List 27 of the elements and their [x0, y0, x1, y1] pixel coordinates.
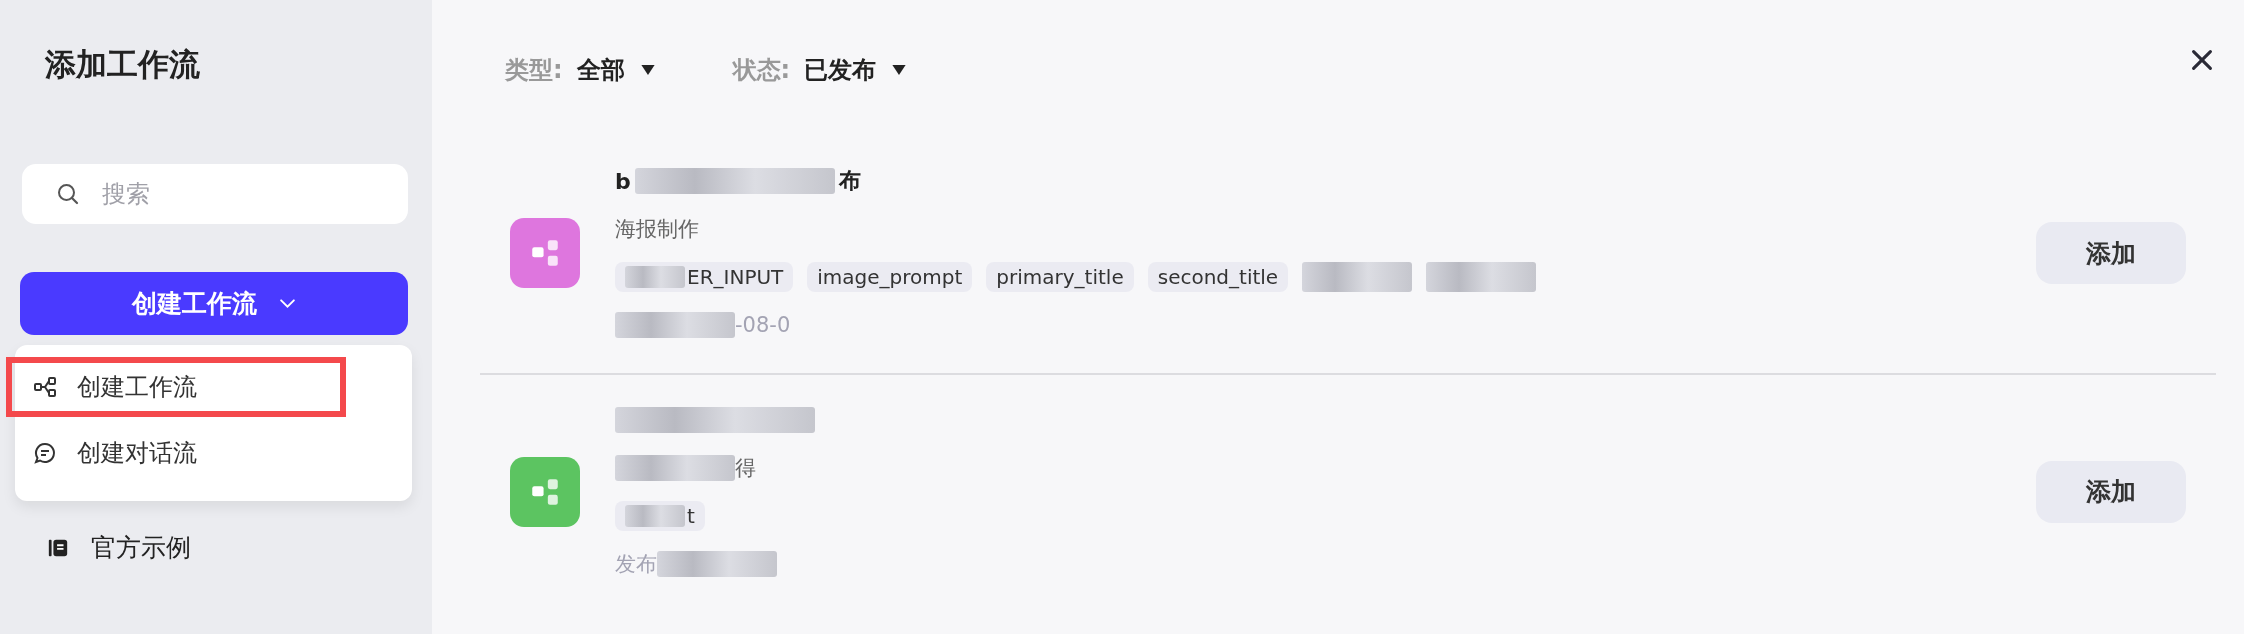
menu-item[interactable]: 创建工作流 — [6, 357, 346, 417]
sidebar-link[interactable]: 官方示例 — [47, 531, 408, 564]
close-icon[interactable] — [2190, 48, 2214, 72]
caret-icon — [640, 64, 655, 76]
workflow-icon — [33, 375, 57, 399]
item-title: b — [615, 168, 631, 194]
parameter-tag: primary_title — [986, 262, 1134, 292]
add-button[interactable]: 添加 — [2036, 460, 2186, 523]
caret-icon — [892, 64, 907, 76]
item-description: 海报制作 — [615, 216, 699, 243]
parameter-tag: ER_INPUT — [615, 262, 794, 292]
filter-dropdown[interactable]: 状态: 已发布 — [732, 54, 907, 86]
publish-info: 发布 — [615, 550, 657, 578]
item-description: 得 — [735, 454, 756, 482]
add-button[interactable]: 添加 — [2036, 222, 2186, 284]
parameter-tag: image_prompt — [807, 262, 973, 292]
parameter-tag: t — [615, 500, 705, 531]
create-workflow-button[interactable]: 创建工作流 — [20, 272, 408, 335]
menu-item[interactable]: 创建对话流 — [15, 423, 412, 483]
filter-dropdown[interactable]: 类型: 全部 — [505, 54, 655, 86]
publish-info: -08-0 — [735, 313, 791, 337]
chevron-down-icon — [279, 298, 296, 309]
search-field[interactable]: 搜索 — [22, 164, 408, 224]
item-title: 布 — [838, 167, 861, 195]
panel-title: 添加工作流 — [45, 45, 201, 84]
parameter-tag: second_title — [1147, 262, 1289, 292]
chat-icon — [33, 441, 57, 465]
